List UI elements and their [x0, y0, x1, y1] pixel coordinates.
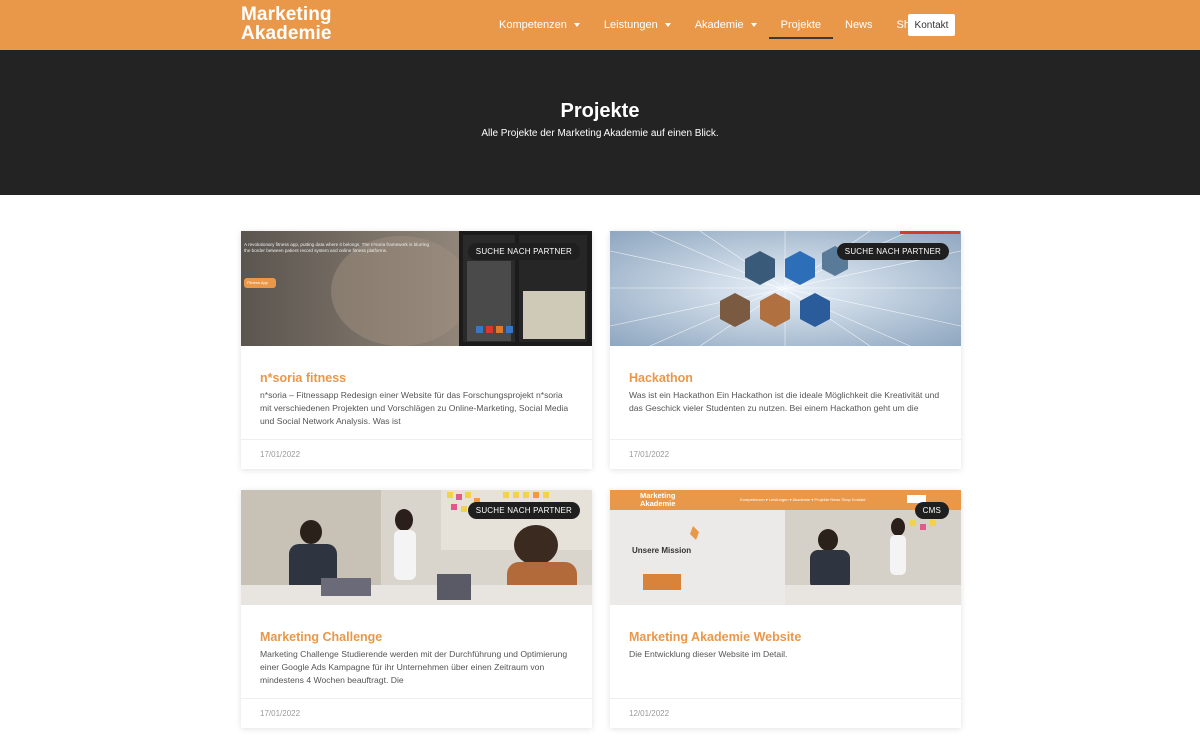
kontakt-button[interactable]: Kontakt [908, 14, 955, 36]
card-footer: 12/01/2022 [610, 698, 961, 728]
nav-label: Kompetenzen [499, 19, 567, 31]
card-footer: 17/01/2022 [241, 698, 592, 728]
card-date: 12/01/2022 [629, 709, 670, 718]
nav-item-kompetenzen[interactable]: Kompetenzen [487, 0, 592, 50]
nav-label: Projekte [780, 19, 821, 31]
card-title[interactable]: Marketing Challenge [260, 630, 382, 644]
card-date: 17/01/2022 [629, 450, 670, 459]
card-date: 17/01/2022 [260, 709, 301, 718]
card-excerpt: Was ist ein Hackathon Ein Hackathon ist … [629, 390, 940, 413]
card-title[interactable]: n*soria fitness [260, 371, 346, 385]
status-badge: SUCHE NACH PARTNER [467, 243, 580, 260]
card-title[interactable]: Hackathon [629, 371, 693, 385]
project-thumbnail[interactable]: SUCHE NACH PARTNER [610, 231, 961, 346]
thumb-site-nav: Kompetenzen ▾ Leistungen ▾ Akademie ▾ Pr… [740, 497, 866, 502]
main-nav: Kompetenzen Leistungen Akademie Projekte… [487, 0, 934, 50]
project-card[interactable]: Marketing Akademie Kompetenzen ▾ Leistun… [610, 490, 961, 728]
nav-item-akademie[interactable]: Akademie [683, 0, 769, 50]
project-card[interactable]: SUCHE NACH PARTNER Marketing Challenge M… [241, 490, 592, 728]
nav-label: News [845, 19, 873, 31]
project-thumbnail[interactable]: SUCHE NACH PARTNER [241, 490, 592, 605]
card-excerpt: n*soria – Fitnessapp Redesign einer Webs… [260, 390, 569, 426]
nav-label: Akademie [694, 19, 744, 31]
site-header: Marketing Akademie Kompetenzen Leistunge… [0, 0, 1200, 50]
chevron-down-icon [573, 23, 580, 27]
card-excerpt: Marketing Challenge Studierende werden m… [260, 649, 568, 685]
site-logo[interactable]: Marketing Akademie [241, 5, 332, 43]
nav-item-news[interactable]: News [833, 0, 885, 50]
card-footer: 17/01/2022 [241, 439, 592, 469]
logo-line-2: Akademie [241, 23, 332, 44]
chevron-down-icon [664, 23, 671, 27]
card-excerpt: Die Entwicklung dieser Website im Detail… [629, 649, 788, 659]
project-card[interactable]: A revolutionary fitness app, putting dat… [241, 231, 592, 469]
card-date: 17/01/2022 [260, 450, 301, 459]
nav-item-leistungen[interactable]: Leistungen [592, 0, 683, 50]
status-badge: SUCHE NACH PARTNER [836, 243, 949, 260]
status-badge: CMS [914, 502, 949, 519]
fitness-app-button: Fitness App [247, 280, 268, 285]
nav-label: Leistungen [603, 19, 658, 31]
page-title: Projekte [560, 100, 640, 122]
page-subtitle: Alle Projekte der Marketing Akademie auf… [481, 128, 719, 139]
project-thumbnail[interactable]: Marketing Akademie Kompetenzen ▾ Leistun… [610, 490, 961, 605]
status-badge: SUCHE NACH PARTNER [467, 502, 580, 519]
chevron-down-icon [750, 23, 757, 27]
project-card[interactable]: SUCHE NACH PARTNER Hackathon Was ist ein… [610, 231, 961, 469]
card-footer: 17/01/2022 [610, 439, 961, 469]
thumb-site-logo: Marketing Akademie [640, 492, 675, 508]
card-title[interactable]: Marketing Akademie Website [629, 630, 801, 644]
fitness-blurb: A revolutionary fitness app, putting dat… [244, 242, 430, 253]
thumb-logo-line-2: Akademie [640, 499, 676, 508]
thumb-mission-title: Unsere Mission [632, 546, 692, 555]
page-hero: Projekte Alle Projekte der Marketing Aka… [0, 50, 1200, 195]
logo-line-1: Marketing [241, 4, 332, 25]
project-thumbnail[interactable]: A revolutionary fitness app, putting dat… [241, 231, 592, 346]
nav-item-projekte[interactable]: Projekte [768, 0, 834, 50]
